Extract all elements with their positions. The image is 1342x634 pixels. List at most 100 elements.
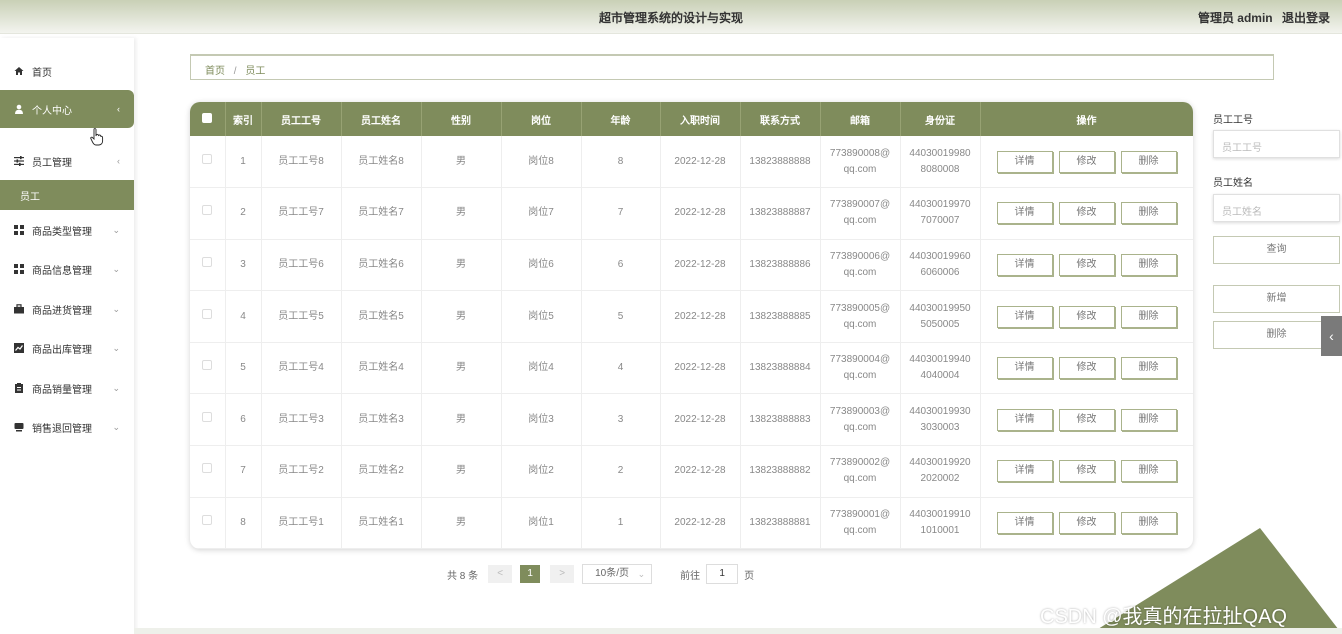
edit-button[interactable]: 修改 xyxy=(1058,202,1115,225)
sidebar-item-personal-center[interactable]: 个人中心 ‹ xyxy=(0,90,134,128)
delete-button[interactable]: 删除 xyxy=(1120,357,1177,380)
row-checkbox[interactable] xyxy=(202,514,213,525)
page-size-select[interactable]: 10条/页 ⌄ xyxy=(582,564,653,584)
detail-button[interactable]: 详情 xyxy=(996,511,1053,534)
sidebar-item-label: 商品销量管理 xyxy=(32,384,92,396)
user-icon xyxy=(14,104,24,114)
sidebar-item-product-sales[interactable]: 商品销量管理 ⌄ xyxy=(0,373,134,403)
cell-index: 4 xyxy=(225,290,262,343)
email-line-2: qq.com xyxy=(843,215,877,227)
cell-gender: 男 xyxy=(421,445,502,498)
cell-staff-id: 员工工号5 xyxy=(261,290,342,343)
cell-hire-date: 2022-12-28 xyxy=(660,290,741,343)
sidebar-item-sales-return[interactable]: 销售退回管理 ⌄ xyxy=(0,412,134,442)
add-button[interactable]: 新增 xyxy=(1213,285,1340,313)
cell-id-card: 44030019910 1010001 xyxy=(900,497,981,549)
sidebar-item-product-info[interactable]: 商品信息管理 ⌄ xyxy=(0,254,134,284)
cell-staff-id: 员工工号3 xyxy=(261,393,342,447)
goto-page-input[interactable]: 1 xyxy=(706,564,739,584)
row-checkbox[interactable] xyxy=(202,411,213,422)
page-suffix: 页 xyxy=(744,570,755,582)
edit-button[interactable]: 修改 xyxy=(1058,460,1115,483)
sidebar-item-staff-management[interactable]: 员工管理 ‹ xyxy=(0,146,134,176)
delete-button[interactable]: 删除 xyxy=(1120,408,1177,431)
row-select-cell xyxy=(190,445,226,498)
staff-id-input[interactable]: 员工工号 xyxy=(1213,130,1340,158)
row-checkbox[interactable] xyxy=(202,360,213,371)
sidebar-item-label: 个人中心 xyxy=(32,105,72,117)
chevron-left-icon[interactable]: ‹ xyxy=(1321,316,1342,356)
table-row: 4 员工工号5 员工姓名5 男岗位5 5 2022-12-28 13823888885 773… xyxy=(190,290,1193,343)
breadcrumb-separator: / xyxy=(233,66,237,77)
email-line-1: 773890004@ xyxy=(829,354,891,366)
detail-button[interactable]: 详情 xyxy=(996,253,1053,276)
current-page-button[interactable]: 1 xyxy=(520,565,541,583)
email-line-1: 773890003@ xyxy=(829,405,891,417)
detail-button[interactable]: 详情 xyxy=(996,305,1053,328)
edit-button[interactable]: 修改 xyxy=(1058,357,1115,380)
sidebar-item-home[interactable]: 首页 xyxy=(0,56,134,86)
cell-staff-id: 员工工号4 xyxy=(261,342,342,395)
watermark: CSDN @我真的在拉扯QAQ xyxy=(1040,606,1287,628)
cell-age: 6 xyxy=(581,239,661,292)
row-checkbox[interactable] xyxy=(202,153,213,164)
chart-icon xyxy=(14,343,24,353)
delete-button[interactable]: 删除 xyxy=(1120,253,1177,276)
cell-staff-name: 员工姓名7 xyxy=(341,187,422,240)
cell-actions: 详情 修改 删除 xyxy=(980,393,1193,447)
chevron-down-icon: ⌄ xyxy=(112,342,120,353)
cell-post: 岗位4 xyxy=(501,342,582,395)
staff-name-label: 员工姓名 xyxy=(1213,178,1253,189)
sidebar-item-label: 员工 xyxy=(20,191,40,203)
col-header-phone: 联系方式 xyxy=(740,102,821,136)
table-header-row: 索引 员工工号 员工姓名 性别 岗位 年龄 入职时间 联系方式 邮箱 身份证 操… xyxy=(190,102,1193,136)
cell-hire-date: 2022-12-28 xyxy=(660,342,741,395)
cell-staff-name: 员工姓名4 xyxy=(341,342,422,395)
detail-button[interactable]: 详情 xyxy=(996,202,1053,225)
delete-button[interactable]: 删除 xyxy=(1120,150,1177,173)
row-checkbox[interactable] xyxy=(202,308,213,319)
sidebar-item-product-outbound[interactable]: 商品出库管理 ⌄ xyxy=(0,333,134,363)
sidebar-item-product-purchase[interactable]: 商品进货管理 ⌄ xyxy=(0,294,134,324)
delete-button[interactable]: 删除 xyxy=(1120,305,1177,328)
staff-name-input[interactable]: 员工姓名 xyxy=(1213,194,1340,222)
cell-email: 773890002@ qq.com xyxy=(820,445,901,498)
detail-button[interactable]: 详情 xyxy=(996,408,1053,431)
breadcrumb: 首页 / 员工 xyxy=(190,54,1274,80)
email-line-1: 773890002@ xyxy=(829,457,891,469)
prev-page-button[interactable]: < xyxy=(488,565,513,583)
page-size-value: 10条/页 xyxy=(595,568,630,579)
row-select-cell xyxy=(190,342,226,395)
edit-button[interactable]: 修改 xyxy=(1058,305,1115,328)
sidebar: 首页 个人中心 ‹ 员工管理 ‹ 员工 商品类型管理 ⌄ 商品信息管理 ⌄ 商品… xyxy=(0,38,134,634)
edit-button[interactable]: 修改 xyxy=(1058,408,1115,431)
query-button[interactable]: 查询 xyxy=(1213,236,1340,264)
detail-button[interactable]: 详情 xyxy=(996,150,1053,173)
cell-email: 773890006@ qq.com xyxy=(820,239,901,292)
sidebar-item-product-type[interactable]: 商品类型管理 ⌄ xyxy=(0,215,134,245)
cell-actions: 详情 修改 删除 xyxy=(980,187,1193,240)
logout-link[interactable]: 退出登录 xyxy=(1282,11,1330,25)
cell-age: 1 xyxy=(581,497,661,549)
sidebar-item-staff[interactable]: 员工 xyxy=(0,180,134,210)
edit-button[interactable]: 修改 xyxy=(1058,253,1115,276)
delete-button[interactable]: 删除 xyxy=(1120,460,1177,483)
edit-button[interactable]: 修改 xyxy=(1058,150,1115,173)
detail-button[interactable]: 详情 xyxy=(996,357,1053,380)
next-page-button[interactable]: > xyxy=(550,565,575,583)
cell-hire-date: 2022-12-28 xyxy=(660,393,741,447)
table-row: 8 员工工号1 员工姓名1 男岗位1 1 2022-12-28 13823888881 773… xyxy=(190,497,1193,549)
row-checkbox[interactable] xyxy=(202,463,213,474)
chevron-down-icon: ⌄ xyxy=(112,263,120,274)
select-all-checkbox[interactable] xyxy=(202,112,213,123)
row-checkbox[interactable] xyxy=(202,205,213,216)
clipboard-icon xyxy=(14,383,24,393)
row-checkbox[interactable] xyxy=(202,256,213,267)
breadcrumb-home[interactable]: 首页 xyxy=(205,66,225,77)
detail-button[interactable]: 详情 xyxy=(996,460,1053,483)
cell-gender: 男 xyxy=(421,290,502,343)
user-area: 管理员 admin 退出登录 xyxy=(1192,9,1330,26)
delete-button[interactable]: 删除 xyxy=(1120,202,1177,225)
cell-index: 6 xyxy=(225,393,262,447)
cell-age: 3 xyxy=(581,393,661,447)
